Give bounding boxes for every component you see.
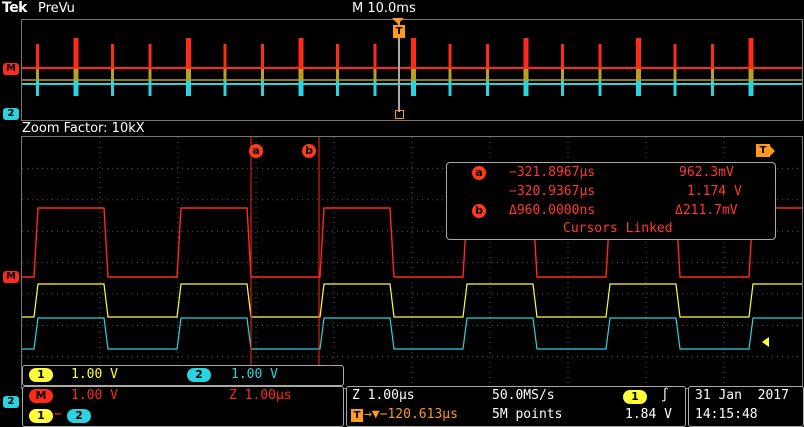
cursor-readout: a −321.8967µs 962.3mV −320.9367µs 1.174 … xyxy=(446,162,776,240)
cursor-a-time: −321.8967µs xyxy=(509,165,596,180)
ch1-scale[interactable]: 1.00 V xyxy=(71,367,118,382)
cursor-delta-time: Δ960.0000ns xyxy=(509,203,596,218)
math-ground-marker[interactable]: M xyxy=(3,63,19,75)
math-readout: M 1.00 V Z 1.00µs 1 − 2 xyxy=(22,386,344,427)
trigger-arrow-icon xyxy=(392,18,404,24)
record-overview[interactable]: T xyxy=(21,18,803,121)
date-time: 31 Jan 2017 14:15:48 xyxy=(688,386,804,427)
cursor-delta-value: Δ211.7mV xyxy=(675,203,738,218)
ch1-badge[interactable]: 1 xyxy=(29,368,53,382)
trigger-arrow-right-icon xyxy=(770,146,775,156)
math-scale[interactable]: 1.00 V xyxy=(71,388,118,403)
date: 31 Jan 2017 xyxy=(695,388,789,403)
acquisition-readout[interactable]: Z 1.00µs 50.0MS/s T →▼−120.613µs 5M poin… xyxy=(346,386,686,427)
cursor-a-value: 962.3mV xyxy=(679,165,734,180)
cursor-a-handle[interactable]: a xyxy=(249,144,263,158)
math-badge[interactable]: M xyxy=(29,389,53,403)
math-operator: − xyxy=(54,407,62,422)
trigger-position-marker[interactable]: T xyxy=(393,25,405,38)
math-source-2: 2 xyxy=(67,409,91,423)
cursor-b-handle[interactable]: b xyxy=(302,144,316,158)
readout-b-icon: b xyxy=(472,204,486,218)
status-header: Tek PreVu M 10.0ms xyxy=(0,0,804,18)
acquisition-mode: PreVu xyxy=(38,1,75,16)
math-zoom-marker[interactable]: M xyxy=(3,271,19,283)
math-source-1: 1 xyxy=(29,409,53,423)
zoom-position-icon xyxy=(395,110,404,119)
ch2-scale[interactable]: 1.00 V xyxy=(231,367,278,382)
ch1-trigger-level-icon xyxy=(762,337,769,347)
trigger-position: →▼−120.613µs xyxy=(364,407,458,422)
zoom-factor: Zoom Factor: 10kX xyxy=(22,121,145,136)
trigger-icon: T xyxy=(351,409,363,422)
overview-waveforms xyxy=(22,20,802,112)
channel-scale-bar: 1 1.00 V 2 1.00 V xyxy=(22,365,344,386)
time: 14:15:48 xyxy=(695,407,758,422)
zoom-time-scale: Z 1.00µs xyxy=(352,388,415,403)
ch2-badge[interactable]: 2 xyxy=(187,368,211,382)
brand-logo: Tek xyxy=(2,0,28,16)
cursor-b-time: −320.9367µs xyxy=(509,184,596,199)
ch2-overview-marker[interactable]: 2 xyxy=(3,108,19,120)
cursors-linked-status: Cursors Linked xyxy=(563,221,673,236)
cursor-b-value: 1.174 V xyxy=(687,184,742,199)
readout-a-icon: a xyxy=(472,166,486,180)
sample-rate: 50.0MS/s xyxy=(492,388,555,403)
trigger-level-marker[interactable]: T xyxy=(756,144,770,157)
trigger-slope-icon[interactable]: ∫ xyxy=(661,388,669,403)
trigger-source-badge[interactable]: 1 xyxy=(623,390,647,404)
record-length: 5M points xyxy=(492,407,563,422)
math-zoom-scale: Z 1.00µs xyxy=(229,388,292,403)
trigger-level[interactable]: 1.84 V xyxy=(625,407,672,422)
main-timebase[interactable]: M 10.0ms xyxy=(352,1,416,16)
ch2-ground-marker[interactable]: 2 xyxy=(3,396,19,408)
